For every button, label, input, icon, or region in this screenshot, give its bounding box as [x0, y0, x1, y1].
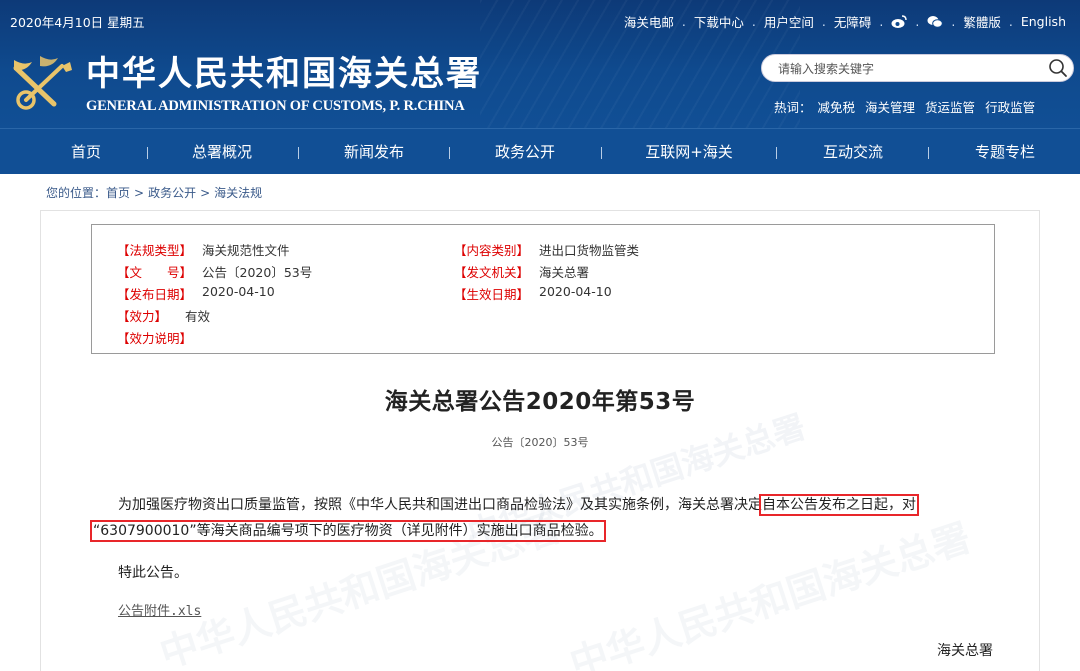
breadcrumb-separator: > [134, 186, 145, 200]
article-title: 海关总署公告2020年第53号 [384, 389, 696, 415]
top-links: 海关电邮 . 下载中心 . 用户空间 . 无障碍 . . . 繁體版 . Eng… [624, 12, 1066, 31]
meta-validity: 【效力】 有效 [117, 306, 210, 325]
separator-dot: . [951, 14, 956, 29]
meta-key: 【内容类别】 [454, 243, 530, 258]
separator-dot: . [821, 14, 826, 29]
meta-value: 海关总署 [539, 265, 590, 280]
meta-key: 【生效日期】 [454, 287, 530, 302]
separator-dot: . [879, 14, 884, 29]
site-title-english: GENERAL ADMINISTRATION OF CUSTOMS, P. R.… [86, 98, 465, 114]
meta-value: 2020-04-10 [202, 284, 275, 299]
meta-law-type: 【法规类型】 海关规范性文件 [117, 240, 290, 259]
hot-words: 热词： 减免税 海关管理 货运监管 行政监管 [774, 97, 1045, 116]
weibo-icon[interactable] [891, 14, 908, 29]
attachment-link[interactable]: 公告附件.xls [118, 600, 201, 619]
article-doc-number: 公告〔2020〕53号 [491, 436, 589, 449]
article-paragraph-continued: “6307900010”等海关商品编号项下的医疗物资（详见附件）实施出口商品检验… [90, 520, 606, 542]
customs-emblem-icon [10, 52, 78, 116]
accessibility-link[interactable]: 无障碍 [834, 12, 872, 31]
breadcrumb-item-customs-regulations[interactable]: 海关法规 [214, 186, 262, 200]
nav-item-special-topics[interactable]: 专题专栏 [962, 129, 1048, 175]
user-space-link[interactable]: 用户空间 [764, 12, 814, 31]
search-box [761, 54, 1074, 82]
meta-issuer: 【发文机关】 海关总署 [454, 262, 589, 281]
nav-divider [449, 147, 450, 159]
meta-key: 【效力】 [117, 309, 168, 324]
meta-doc-number: 【文 号】 公告〔2020〕53号 [117, 262, 312, 281]
nav-item-news[interactable]: 新闻发布 [334, 129, 414, 175]
separator-dot: . [915, 14, 920, 29]
wechat-icon[interactable] [927, 15, 944, 29]
meta-publish-date: 【发布日期】 2020-04-10 [117, 284, 275, 303]
breadcrumb-prefix: 您的位置： [46, 186, 107, 200]
breadcrumb-item-home[interactable]: 首页 [106, 186, 130, 200]
search-icon[interactable] [1047, 57, 1069, 79]
separator-dot: . [1008, 14, 1013, 29]
nav-divider [601, 147, 602, 159]
meta-key: 【文 号】 [117, 265, 193, 280]
hot-word[interactable]: 行政监管 [985, 97, 1035, 116]
article-paragraph: 为加强医疗物资出口质量监管，按照《中华人民共和国进出口商品检验法》及其实施条例，… [118, 494, 919, 516]
site-title: 中华人民共和国海关总署 [86, 54, 482, 94]
meta-value: 2020-04-10 [539, 284, 612, 299]
meta-value: 进出口货物监管类 [539, 243, 640, 258]
main-nav: 首页 总署概况 新闻发布 政务公开 互联网+海关 互动交流 专题专栏 [0, 128, 1080, 174]
current-date: 2020年4月10日 星期五 [10, 15, 145, 30]
meta-key: 【发布日期】 [117, 287, 193, 302]
hot-word[interactable]: 海关管理 [865, 97, 915, 116]
breadcrumb-item-government-affairs[interactable]: 政务公开 [148, 186, 196, 200]
meta-key: 【发文机关】 [454, 265, 530, 280]
breadcrumb-separator: > [200, 186, 211, 200]
nav-divider [776, 147, 777, 159]
nav-divider [928, 147, 929, 159]
paragraph-text: 为加强医疗物资出口质量监管，按照《中华人民共和国进出口商品检验法》及其实施条例，… [118, 497, 762, 513]
meta-key: 【效力说明】 [117, 331, 193, 346]
nav-item-internet-customs[interactable]: 互联网+海关 [636, 129, 742, 175]
article-signature: 海关总署 [937, 643, 993, 659]
traditional-chinese-link[interactable]: 繁體版 [963, 12, 1001, 31]
separator-dot: . [751, 14, 756, 29]
download-link[interactable]: 下载中心 [694, 12, 744, 31]
breadcrumb: 您的位置：首页 > 政务公开 > 海关法规 [46, 184, 262, 201]
hot-words-label: 热词： [774, 100, 812, 115]
hot-word[interactable]: 减免税 [818, 97, 856, 116]
meta-validity-note: 【效力说明】 [117, 328, 202, 347]
highlighted-text: 自本公告发布之日起，对 [759, 494, 919, 516]
highlighted-text: “6307900010”等海关商品编号项下的医疗物资（详见附件）实施出口商品检验… [90, 520, 606, 542]
nav-divider [147, 147, 148, 159]
search-input[interactable] [778, 60, 1038, 78]
nav-item-government-affairs[interactable]: 政务公开 [484, 129, 566, 175]
nav-divider [298, 147, 299, 159]
mail-link[interactable]: 海关电邮 [624, 12, 674, 31]
english-link[interactable]: English [1021, 14, 1066, 29]
meta-effective-date: 【生效日期】 2020-04-10 [454, 284, 612, 303]
site-header: 2020年4月10日 星期五 海关电邮 . 下载中心 . 用户空间 . 无障碍 … [0, 0, 1080, 128]
nav-item-overview[interactable]: 总署概况 [182, 129, 262, 175]
meta-value: 公告〔2020〕53号 [202, 265, 313, 280]
separator-dot: . [681, 14, 686, 29]
meta-value: 有效 [185, 309, 211, 324]
nav-item-interaction[interactable]: 互动交流 [812, 129, 894, 175]
meta-value: 海关规范性文件 [202, 243, 290, 258]
hot-word[interactable]: 货运监管 [925, 97, 975, 116]
meta-content-type: 【内容类别】 进出口货物监管类 [454, 240, 639, 259]
meta-key: 【法规类型】 [117, 243, 193, 258]
nav-item-home[interactable]: 首页 [56, 129, 116, 175]
article-closing: 特此公告。 [118, 565, 188, 581]
